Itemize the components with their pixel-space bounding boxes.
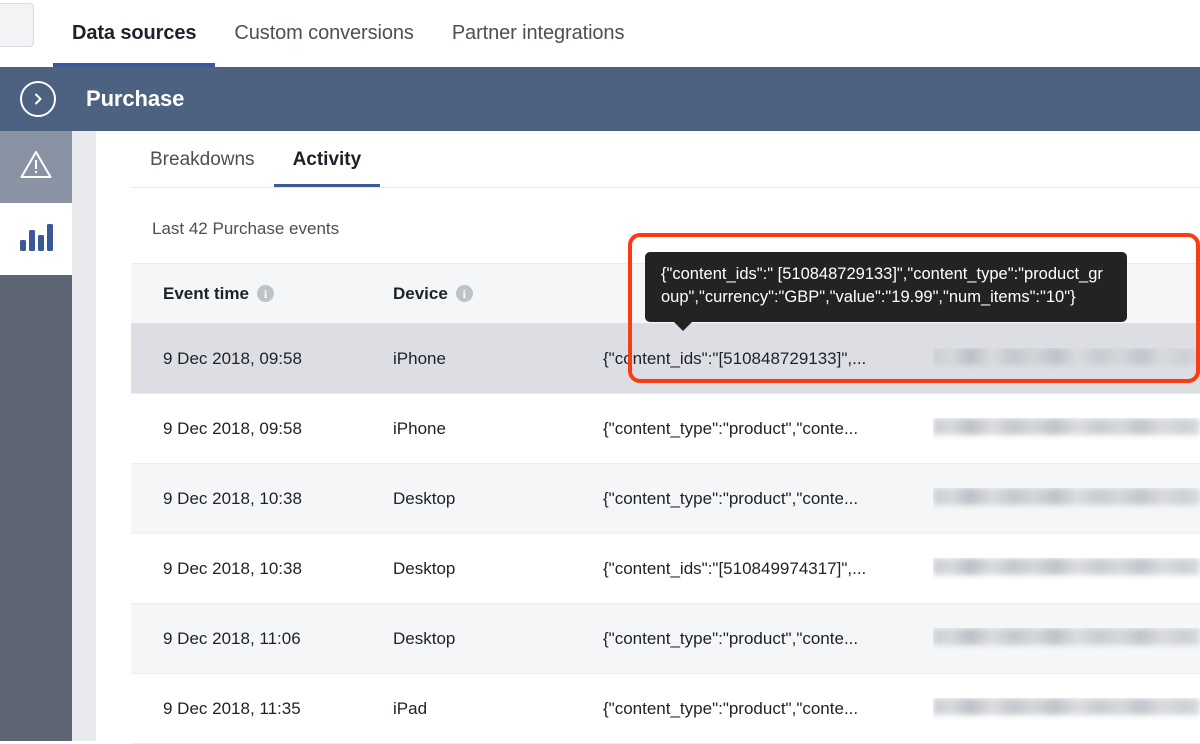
cell-event-time: 9 Dec 2018, 09:58 — [131, 419, 393, 439]
corner-placeholder-box — [0, 3, 34, 47]
table-row[interactable]: 9 Dec 2018, 10:38 Desktop {"content_ids"… — [131, 534, 1200, 604]
cell-url — [933, 698, 1200, 720]
tab-custom-conversions-label: Custom conversions — [234, 22, 413, 45]
tab-activity-label: Activity — [293, 149, 362, 171]
chevron-right-circle-icon[interactable] — [20, 81, 56, 117]
cell-parameters[interactable]: {"content_ids":"[510849974317]",... — [603, 559, 933, 579]
column-header-event-time-label: Event time — [163, 284, 249, 304]
blurred-url-text — [933, 418, 1200, 435]
blurred-url-text — [933, 488, 1200, 505]
column-header-device-label: Device — [393, 284, 448, 304]
tab-partner-integrations-label: Partner integrations — [452, 22, 625, 45]
cell-device: Desktop — [393, 559, 603, 579]
info-icon[interactable]: i — [456, 285, 473, 302]
tooltip-arrow — [673, 321, 693, 331]
cell-url — [933, 418, 1200, 440]
cell-event-time: 9 Dec 2018, 11:35 — [131, 699, 393, 719]
cell-device: iPhone — [393, 349, 603, 369]
table-row[interactable]: 9 Dec 2018, 11:06 Desktop {"content_type… — [131, 604, 1200, 674]
cell-url — [933, 558, 1200, 580]
top-navigation-bar: Data sources Custom conversions Partner … — [0, 0, 1200, 67]
tab-breakdowns-label: Breakdowns — [150, 149, 255, 171]
sub-tab-list: Breakdowns Activity — [131, 131, 380, 188]
cell-parameters[interactable]: {"content_type":"product","conte... — [603, 489, 933, 509]
parameters-tooltip-text: {"content_ids":" [510848729133]","conten… — [661, 265, 1103, 306]
bar-chart-icon — [18, 222, 54, 257]
tab-data-sources-label: Data sources — [72, 22, 196, 45]
events-caption: Last 42 Purchase events — [152, 219, 339, 239]
blurred-url-text — [933, 348, 1200, 365]
column-header-device[interactable]: Device i — [393, 284, 603, 304]
tab-data-sources[interactable]: Data sources — [53, 0, 215, 67]
sidebar-item-diagnostics[interactable] — [0, 131, 72, 203]
activity-events-table: Event time i Device i 9 Dec 2018, 09:58 … — [131, 263, 1200, 744]
cell-event-time: 9 Dec 2018, 10:38 — [131, 559, 393, 579]
column-header-event-time[interactable]: Event time i — [131, 284, 393, 304]
sidebar-item-activity[interactable] — [0, 203, 72, 275]
tab-custom-conversions[interactable]: Custom conversions — [215, 0, 432, 67]
cell-parameters[interactable]: {"content_type":"product","conte... — [603, 629, 933, 649]
blurred-url-text — [933, 558, 1200, 575]
table-row[interactable]: 9 Dec 2018, 09:58 iPhone {"content_type"… — [131, 394, 1200, 464]
blurred-url-text — [933, 628, 1200, 645]
cell-url — [933, 348, 1200, 370]
cell-parameters[interactable]: {"content_ids":"[510848729133]",... — [603, 349, 933, 369]
cell-parameters[interactable]: {"content_type":"product","conte... — [603, 419, 933, 439]
warning-triangle-icon — [19, 149, 53, 185]
table-row[interactable]: 9 Dec 2018, 10:38 Desktop {"content_type… — [131, 464, 1200, 534]
cell-device: Desktop — [393, 489, 603, 509]
cell-url — [933, 628, 1200, 650]
parameters-tooltip: {"content_ids":" [510848729133]","conten… — [645, 252, 1127, 322]
table-row[interactable]: 9 Dec 2018, 09:58 iPhone {"content_ids":… — [131, 324, 1200, 394]
rail-gutter — [72, 131, 96, 741]
purchase-header-bar: Purchase — [0, 67, 1200, 131]
page-title: Purchase — [86, 86, 184, 112]
cell-parameters[interactable]: {"content_type":"product","conte... — [603, 699, 933, 719]
cell-device: Desktop — [393, 629, 603, 649]
cell-device: iPad — [393, 699, 603, 719]
blurred-url-text — [933, 698, 1200, 715]
cell-event-time: 9 Dec 2018, 10:38 — [131, 489, 393, 509]
cell-device: iPhone — [393, 419, 603, 439]
left-icon-rail — [0, 131, 72, 741]
cell-url — [933, 488, 1200, 510]
tab-partner-integrations[interactable]: Partner integrations — [433, 0, 644, 67]
top-tab-list: Data sources Custom conversions Partner … — [53, 0, 643, 67]
cell-event-time: 9 Dec 2018, 09:58 — [131, 349, 393, 369]
sub-tab-divider — [131, 187, 1200, 188]
tab-activity[interactable]: Activity — [274, 131, 381, 188]
cell-event-time: 9 Dec 2018, 11:06 — [131, 629, 393, 649]
table-row[interactable]: 9 Dec 2018, 11:35 iPad {"content_type":"… — [131, 674, 1200, 744]
tab-breakdowns[interactable]: Breakdowns — [131, 131, 274, 188]
info-icon[interactable]: i — [257, 285, 274, 302]
